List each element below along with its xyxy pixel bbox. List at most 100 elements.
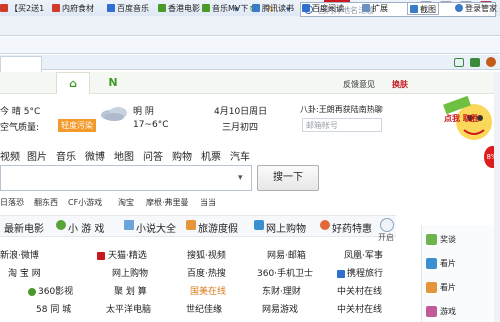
link-r2c3[interactable]: 百度·热搜	[187, 266, 226, 282]
trending-news[interactable]: 八卦:王朗再获陆南热聊	[300, 104, 383, 115]
category-novels[interactable]: 小说大全	[136, 220, 176, 235]
home-icon[interactable]: ⌂	[56, 72, 90, 94]
category-travel[interactable]: 旅游度假	[198, 220, 238, 235]
category-games[interactable]: 小 游 戏	[68, 220, 104, 235]
hot-word-1[interactable]: 日落恐	[0, 197, 24, 208]
fav-icon	[302, 4, 310, 12]
search-tab-cars[interactable]: 汽车	[230, 148, 250, 163]
login-button[interactable]: 登录管家	[455, 2, 497, 15]
search-tab-images[interactable]: 图片	[27, 148, 47, 163]
open-toggle-icon[interactable]	[380, 218, 394, 232]
fav-item-5[interactable]: 音乐MV下	[202, 2, 248, 15]
link-r3c5[interactable]: 中关村在线	[337, 284, 382, 300]
fav-item-7[interactable]: 百度阅读	[302, 2, 344, 15]
fav-icon	[252, 4, 260, 12]
email-placeholder: 邮箱帐号	[306, 121, 338, 130]
link-r3c2[interactable]: 聚 划 算	[114, 284, 147, 300]
reward-icon	[426, 234, 437, 245]
n-logo-icon[interactable]: N	[96, 72, 130, 94]
hot-word-4[interactable]: 淘宝	[118, 197, 134, 208]
fav-item-1[interactable]: 【买2送1	[0, 2, 44, 15]
video-icon	[426, 258, 437, 269]
fav-item-2[interactable]: 内府食材	[52, 2, 94, 15]
category-medicine[interactable]: 好药特惠	[332, 220, 372, 235]
search-tab-video[interactable]: 视频	[0, 148, 20, 163]
search-input[interactable]	[0, 165, 252, 191]
fav-label: 音乐MV下	[212, 4, 249, 13]
link-r1c3[interactable]: 搜狐·视频	[187, 248, 226, 264]
category-movies[interactable]: 最新电影	[4, 220, 44, 235]
sidebar-item-2[interactable]: 看片	[440, 258, 456, 269]
link-r2c2[interactable]: 网上购物	[112, 266, 148, 282]
link-r3c4[interactable]: 东财·理财	[262, 284, 301, 300]
hot-word-5[interactable]: 摩根·弗里曼	[146, 197, 189, 208]
sidebar-item-3[interactable]: 看片	[440, 282, 456, 293]
hot-word-6[interactable]: 当当	[200, 197, 216, 208]
scissors-icon	[410, 5, 418, 13]
search-tab-flights[interactable]: 机票	[201, 148, 221, 163]
search-dropdown-icon[interactable]: ▾	[238, 173, 243, 183]
date-text: 4月10日周日	[214, 107, 268, 117]
tab-active[interactable]	[0, 56, 42, 72]
fav-item-4[interactable]: 香港电影	[158, 2, 200, 15]
link-r1c1[interactable]: 新浪·微博	[0, 248, 39, 264]
feedback-link[interactable]: 反馈意见	[343, 79, 375, 90]
book-icon	[124, 220, 134, 230]
page-icon[interactable]	[454, 58, 464, 67]
fav-item-6[interactable]: 腾讯读书	[252, 2, 294, 15]
link-r2c5[interactable]: 携程旅行	[347, 266, 383, 282]
air-quality-badge[interactable]: 轻度污染	[58, 119, 96, 132]
weather-tomorrow: 明 阴	[133, 107, 154, 117]
air-quality-label: 空气质量:	[0, 123, 40, 133]
open-label: 开启	[378, 233, 394, 242]
search-button[interactable]: 搜一下	[257, 165, 319, 191]
link-r3c3[interactable]: 国美在线	[190, 284, 226, 300]
category-shopping[interactable]: 网上购物	[266, 220, 306, 235]
gamepad-icon	[426, 306, 437, 317]
link-r4c5[interactable]: 中关村在线	[337, 302, 382, 318]
link-r1c2[interactable]: 天猫·精选	[108, 248, 147, 264]
link-r4c1[interactable]: 58 同 城	[36, 302, 71, 318]
search-tab-map[interactable]: 地图	[114, 148, 134, 163]
link-r2c1[interactable]: 淘 宝 网	[8, 266, 41, 282]
hot-word-2[interactable]: 翻东西	[34, 197, 58, 208]
fav-icon	[52, 4, 60, 12]
promo-text: 点我 取胜	[444, 114, 479, 123]
hot-word-3[interactable]: CF小游戏	[68, 197, 102, 208]
lunar-date: 三月初四	[222, 123, 259, 133]
fav-label: 内府食材	[62, 4, 94, 13]
fav-item-3[interactable]: 百度音乐	[107, 2, 149, 15]
weather-temp-range: 17~6°C	[133, 120, 169, 130]
address-bar	[0, 16, 500, 36]
sidebar-item-1[interactable]: 奖谈	[440, 234, 456, 245]
orange-dot-icon[interactable]	[486, 57, 496, 67]
link-r2c4[interactable]: 360·手机卫士	[257, 266, 313, 282]
pill-icon	[320, 220, 330, 230]
window-share-icon[interactable]	[470, 58, 480, 67]
puzzle-icon	[362, 4, 370, 12]
search-tab-shopping[interactable]: 购物	[172, 148, 192, 163]
sidebar-item-4[interactable]: 游戏	[440, 306, 456, 317]
search-tab-qa[interactable]: 问答	[143, 148, 163, 163]
tab-bar	[0, 55, 500, 70]
fav-label: 腾讯读书	[262, 4, 294, 13]
film-icon	[426, 282, 437, 293]
skin-link[interactable]: 换肤	[392, 79, 408, 90]
ctrip-icon	[337, 270, 345, 278]
fav-label: 香港电影	[168, 4, 200, 13]
favorites-bar	[0, 37, 500, 54]
extensions-button[interactable]: 扩展	[362, 2, 388, 15]
scrollbar[interactable]	[494, 72, 500, 322]
screenshot-button[interactable]: 截图	[407, 2, 439, 15]
search-tab-weibo[interactable]: 微博	[85, 148, 105, 163]
link-r1c5[interactable]: 凤凰·军事	[344, 248, 383, 264]
fav-label: 百度音乐	[117, 4, 149, 13]
user-icon	[455, 4, 463, 12]
search-tab-music[interactable]: 音乐	[56, 148, 76, 163]
link-r3c1[interactable]: 360影视	[38, 284, 73, 300]
fav-icon	[202, 4, 210, 12]
link-r1c4[interactable]: 网易·邮箱	[267, 248, 306, 264]
link-r4c3[interactable]: 世纪佳缘	[186, 302, 222, 318]
link-r4c4[interactable]: 网易游戏	[262, 302, 298, 318]
link-r4c2[interactable]: 太平洋电脑	[106, 302, 151, 318]
